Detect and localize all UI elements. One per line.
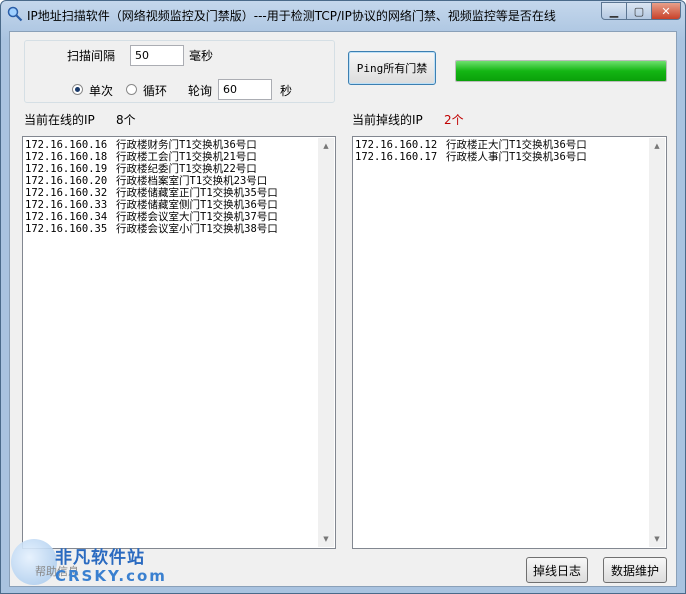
data-maintenance-button[interactable]: 数据维护 — [603, 557, 667, 583]
online-list-items: 172.16.160.16 行政楼财务门T1交换机36号口 172.16.160.1… — [25, 139, 317, 235]
online-ip-list[interactable]: 172.16.160.16 行政楼财务门T1交换机36号口 172.16.160.1… — [22, 136, 336, 549]
mode-loop-radio[interactable] — [126, 84, 137, 95]
item-description: 行政楼纪委门T1交换机22号口 — [116, 163, 257, 175]
mode-loop-label[interactable]: 循环 — [143, 82, 167, 99]
list-item[interactable]: 172.16.160.35 行政楼会议室小门T1交换机38号口 — [25, 223, 317, 235]
close-button[interactable]: ✕ — [651, 2, 681, 20]
list-item[interactable]: 172.16.160.12 行政楼正大门T1交换机36号口 — [355, 139, 648, 151]
disconnect-log-button[interactable]: 掉线日志 — [526, 557, 588, 583]
scan-settings-group: 扫描间隔 毫秒 单次 循环 轮询 秒 — [24, 40, 335, 103]
watermark-title: 非凡软件站 — [55, 548, 145, 568]
scan-interval-input[interactable] — [130, 45, 184, 66]
offline-ip-list[interactable]: 172.16.160.12 行政楼正大门T1交换机36号口 172.16.160.1… — [352, 136, 667, 549]
item-ip: 172.16.160.33 — [25, 199, 108, 211]
item-description: 行政楼财务门T1交换机36号口 — [116, 139, 257, 151]
poll-label: 轮询 — [188, 84, 213, 98]
scroll-up-icon[interactable]: ▲ — [318, 138, 334, 154]
maximize-icon: ▢ — [633, 4, 645, 18]
scroll-down-icon[interactable]: ▼ — [649, 531, 665, 547]
minimize-icon: ▁ — [609, 4, 619, 18]
online-list-label: 当前在线的IP — [24, 113, 95, 127]
item-description: 行政楼工会门T1交换机21号口 — [116, 151, 257, 163]
poll-interval-input[interactable] — [218, 79, 272, 100]
list-item[interactable]: 172.16.160.32 行政楼储藏室正门T1交换机35号口 — [25, 187, 317, 199]
list-item[interactable]: 172.16.160.33 行政楼储藏室侧门T1交换机36号口 — [25, 199, 317, 211]
app-icon — [7, 6, 23, 22]
minimize-button[interactable]: ▁ — [601, 2, 627, 20]
client-area: 扫描间隔 毫秒 单次 循环 轮询 秒 Ping所有门禁 当前在线的IP 8个 当… — [9, 31, 677, 587]
item-ip: 172.16.160.18 — [25, 151, 108, 163]
item-ip: 172.16.160.16 — [25, 139, 108, 151]
ping-all-button[interactable]: Ping所有门禁 — [348, 51, 436, 85]
item-ip: 172.16.160.32 — [25, 187, 108, 199]
progress-fill — [456, 61, 666, 81]
scan-progress-bar — [455, 60, 667, 82]
scroll-down-icon[interactable]: ▼ — [318, 531, 334, 547]
list-item[interactable]: 172.16.160.18 行政楼工会门T1交换机21号口 — [25, 151, 317, 163]
app-window: IP地址扫描软件（网络视频监控及门禁版）---用于检测TCP/IP协议的网络门禁… — [0, 0, 686, 594]
mode-single-label[interactable]: 单次 — [89, 82, 113, 99]
item-description: 行政楼储藏室侧门T1交换机36号口 — [116, 199, 278, 211]
scroll-up-icon[interactable]: ▲ — [649, 138, 665, 154]
item-ip: 172.16.160.19 — [25, 163, 108, 175]
watermark-subtitle: CRSKY.com — [55, 567, 167, 585]
site-watermark: 帮助信息 非凡软件站 CRSKY.com — [5, 537, 165, 593]
scan-interval-unit: 毫秒 — [189, 49, 214, 63]
mode-single-radio[interactable] — [72, 84, 83, 95]
item-description: 行政楼会议室小门T1交换机38号口 — [116, 223, 278, 235]
item-description: 行政楼人事门T1交换机36号口 — [446, 151, 587, 163]
online-list-scrollbar[interactable]: ▲ ▼ — [318, 138, 334, 547]
item-description: 行政楼档案室门T1交换机23号口 — [116, 175, 268, 187]
item-ip: 172.16.160.34 — [25, 211, 108, 223]
list-item[interactable]: 172.16.160.19 行政楼纪委门T1交换机22号口 — [25, 163, 317, 175]
list-item[interactable]: 172.16.160.17 行政楼人事门T1交换机36号口 — [355, 151, 648, 163]
window-title: IP地址扫描软件（网络视频监控及门禁版）---用于检测TCP/IP协议的网络门禁… — [27, 9, 556, 23]
item-ip: 172.16.160.12 — [355, 139, 438, 151]
maximize-button[interactable]: ▢ — [626, 2, 652, 20]
offline-count: 2个 — [444, 113, 464, 127]
list-item[interactable]: 172.16.160.34 行政楼会议室大门T1交换机37号口 — [25, 211, 317, 223]
title-bar[interactable]: IP地址扫描软件（网络视频监控及门禁版）---用于检测TCP/IP协议的网络门禁… — [1, 1, 685, 29]
list-item[interactable]: 172.16.160.20 行政楼档案室门T1交换机23号口 — [25, 175, 317, 187]
list-item[interactable]: 172.16.160.16 行政楼财务门T1交换机36号口 — [25, 139, 317, 151]
close-icon: ✕ — [661, 4, 671, 18]
offline-list-scrollbar[interactable]: ▲ ▼ — [649, 138, 665, 547]
offline-list-label: 当前掉线的IP — [352, 113, 423, 127]
item-ip: 172.16.160.35 — [25, 223, 108, 235]
item-description: 行政楼会议室大门T1交换机37号口 — [116, 211, 278, 223]
item-description: 行政楼正大门T1交换机36号口 — [446, 139, 587, 151]
item-ip: 172.16.160.17 — [355, 151, 438, 163]
online-count: 8个 — [116, 113, 136, 127]
item-ip: 172.16.160.20 — [25, 175, 108, 187]
poll-unit: 秒 — [280, 84, 293, 98]
item-description: 行政楼储藏室正门T1交换机35号口 — [116, 187, 278, 199]
scan-interval-label: 扫描间隔 — [67, 49, 116, 63]
offline-list-items: 172.16.160.12 行政楼正大门T1交换机36号口 172.16.160.1… — [355, 139, 648, 163]
